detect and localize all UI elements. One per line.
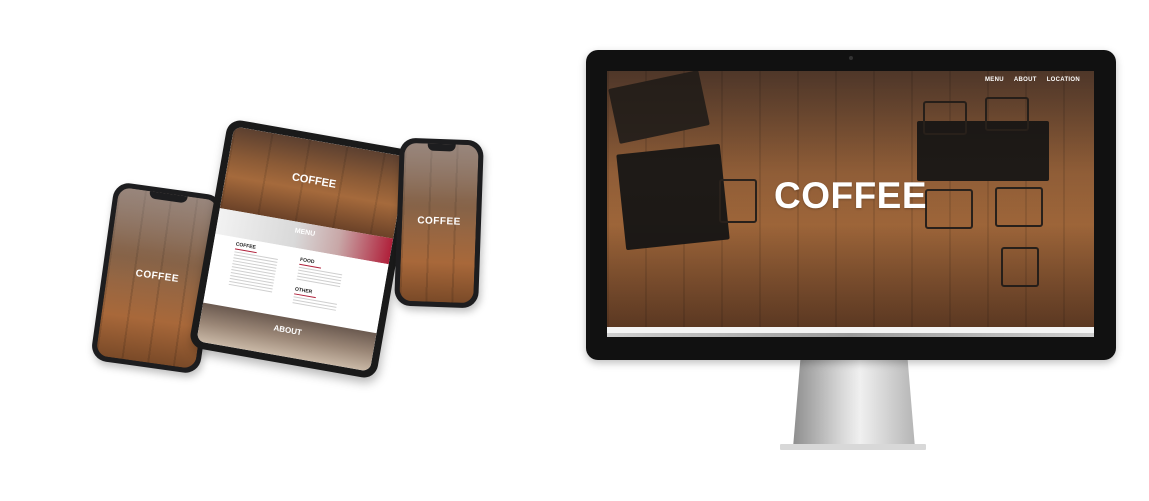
menu-column-other: OTHER <box>292 286 339 312</box>
monitor-mockup: MENU ABOUT LOCATION COFFEE <box>586 50 1116 360</box>
site-nav: MENU ABOUT LOCATION <box>975 77 1080 83</box>
tablet-screen: COFFEE MENU COFFEE FOOD OTHER ABOUT <box>196 126 408 372</box>
phone-left-hero-title: COFFEE <box>134 268 180 285</box>
menu-column-coffee: COFFEE <box>228 241 279 294</box>
phone-right-hero-title: COFFEE <box>417 215 462 228</box>
website-hero: MENU ABOUT LOCATION COFFEE <box>607 71 1094 327</box>
phone-right-screen: COFFEE <box>399 142 479 304</box>
tablet-mockup: COFFEE MENU COFFEE FOOD OTHER ABOUT <box>188 118 416 380</box>
phone-right-mockup: COFFEE <box>394 137 484 309</box>
camera-dot <box>849 56 853 60</box>
nav-location-link[interactable]: LOCATION <box>1047 77 1080 83</box>
monitor-stand <box>793 360 915 448</box>
tablet-hero-title: COFFEE <box>290 171 337 191</box>
next-section-strip <box>607 327 1094 337</box>
hero-title: COFFEE <box>773 175 928 216</box>
menu-column-food: FOOD <box>296 257 344 289</box>
nav-menu-link[interactable]: MENU <box>985 77 1004 83</box>
nav-about-link[interactable]: ABOUT <box>1014 77 1037 83</box>
phone-notch <box>427 143 456 152</box>
monitor-stand-base <box>780 444 926 450</box>
phone-notch <box>149 191 188 204</box>
